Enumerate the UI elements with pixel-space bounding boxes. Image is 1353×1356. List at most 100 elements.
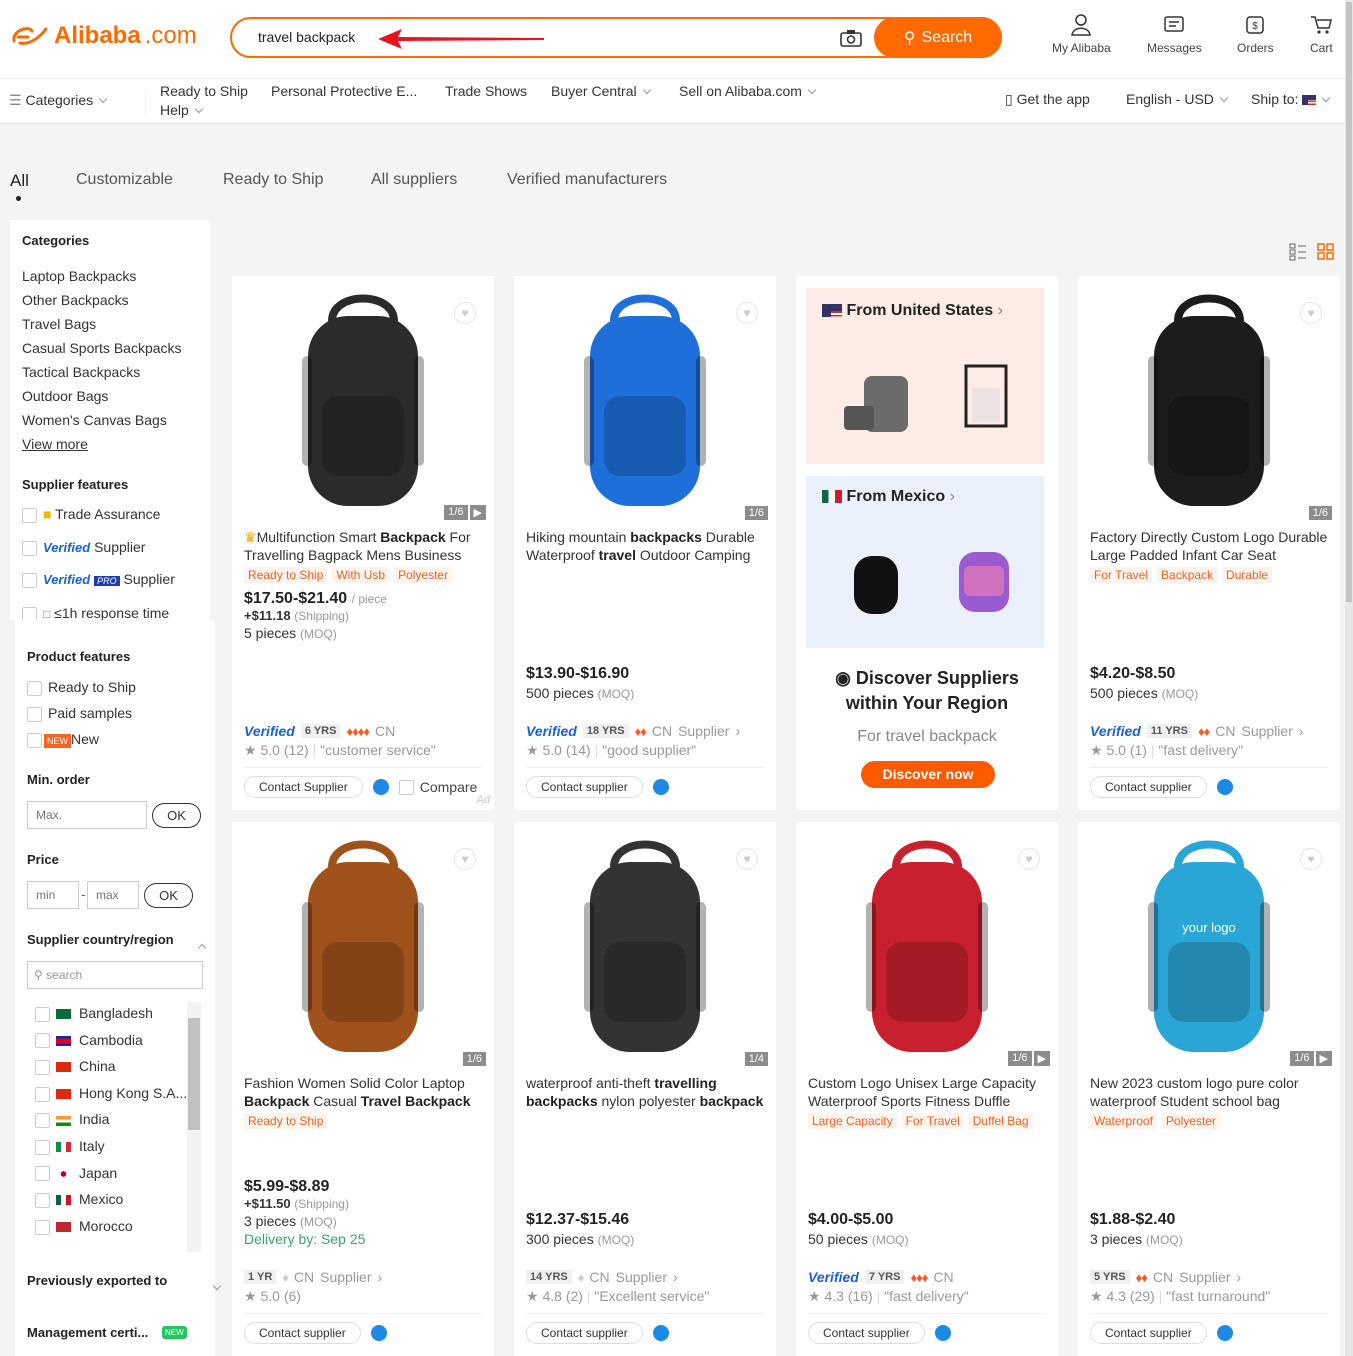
category-item[interactable]: Outdoor Bags [22, 388, 108, 404]
previously-exported-heading[interactable]: Previously exported to [27, 1273, 167, 1288]
language-selector[interactable]: English - USD [1126, 91, 1229, 107]
supplier-info[interactable]: Verified 18 YRS ♦♦ CN Supplier › [526, 723, 764, 739]
favorite-heart-icon[interactable]: ♥ [1300, 302, 1322, 324]
get-app-link[interactable]: ▯ Get the app [1005, 91, 1090, 108]
nav-sell[interactable]: Sell on Alibaba.com [679, 83, 817, 99]
category-item[interactable]: Casual Sports Backpacks [22, 340, 182, 356]
product-title[interactable]: Fashion Women Solid Color Laptop Backpac… [244, 1074, 482, 1110]
checkbox[interactable] [27, 706, 42, 722]
from-mexico-panel[interactable]: From Mexico › [806, 476, 1044, 648]
management-cert-heading[interactable]: Management certi... [27, 1325, 148, 1340]
product-card[interactable]: your logo ♥ 1/6 ▶ New 2023 custom logo pure … [1078, 822, 1340, 1356]
chat-icon[interactable] [652, 779, 669, 795]
favorite-heart-icon[interactable]: ♥ [1018, 848, 1040, 870]
product-card[interactable]: ♥ 1/6 Factory Directly Custom Logo Durable… [1078, 276, 1340, 810]
chat-icon[interactable] [652, 1325, 669, 1341]
chat-icon[interactable] [370, 1325, 387, 1341]
checkbox[interactable] [35, 1033, 50, 1049]
checkbox[interactable] [35, 1086, 50, 1102]
nav-trade-shows[interactable]: Trade Shows [445, 83, 527, 99]
checkbox[interactable] [35, 1166, 50, 1182]
category-item[interactable]: Women's Canvas Bags [22, 412, 167, 428]
checkbox[interactable] [35, 1219, 50, 1235]
country-list-scrollbar[interactable] [187, 1002, 201, 1252]
supplier-info[interactable]: 1 YR ♦ CN Supplier › [244, 1269, 482, 1285]
trade-assurance-filter[interactable]: ■ Trade Assurance [22, 506, 160, 523]
country-item[interactable]: Morocco [35, 1218, 133, 1235]
price-max-input[interactable] [87, 881, 139, 909]
play-video-icon[interactable]: ▶ [469, 505, 486, 520]
verified-pro-supplier-filter[interactable]: Verified PRO Supplier [22, 571, 175, 588]
contact-supplier-button[interactable]: Contact supplier [1090, 1322, 1207, 1344]
checkbox[interactable] [27, 732, 42, 748]
camera-icon[interactable] [840, 29, 862, 47]
list-view-icon[interactable] [1289, 243, 1307, 261]
checkbox[interactable] [22, 572, 37, 588]
country-item[interactable]: Italy [35, 1138, 105, 1155]
product-title[interactable]: New 2023 custom logo pure color waterpro… [1090, 1074, 1328, 1110]
new-filter[interactable]: NEW New [27, 731, 99, 748]
product-title[interactable]: waterproof anti-theft travelling backpac… [526, 1074, 764, 1110]
contact-supplier-button[interactable]: Contact supplier [526, 776, 643, 798]
alibaba-logo[interactable]: Alibaba .com [10, 22, 197, 50]
category-item[interactable]: Laptop Backpacks [22, 268, 136, 284]
supplier-info[interactable]: Verified 11 YRS ♦♦ CN Supplier › [1090, 723, 1328, 739]
paid-samples-filter[interactable]: Paid samples [27, 705, 132, 722]
country-item[interactable]: Mexico [35, 1191, 123, 1208]
page-scrollbar-thumb[interactable] [1346, 2, 1352, 602]
nav-ppe[interactable]: Personal Protective E... [271, 83, 417, 99]
tab-all-suppliers[interactable]: All suppliers [371, 171, 457, 189]
ready-to-ship-filter[interactable]: Ready to Ship [27, 679, 136, 696]
product-title[interactable]: Hiking mountain backpacks Durable Waterp… [526, 528, 764, 564]
favorite-heart-icon[interactable]: ♥ [454, 302, 476, 324]
contact-supplier-button[interactable]: Contact supplier [244, 1322, 361, 1344]
product-card[interactable]: ♥ 1/6 Fashion Women Solid Color Laptop Bac… [232, 822, 494, 1356]
page-scrollbar[interactable] [1345, 0, 1353, 1356]
collapse-icon[interactable] [197, 943, 207, 953]
checkbox[interactable] [35, 1113, 50, 1129]
supplier-link[interactable]: Supplier [678, 723, 729, 739]
grid-view-icon[interactable] [1317, 243, 1335, 261]
country-item[interactable]: Japan [35, 1165, 117, 1182]
price-ok-button[interactable]: OK [144, 883, 193, 908]
supplier-info[interactable]: Verified 6 YRS ♦♦♦♦ CN [244, 723, 482, 739]
favorite-heart-icon[interactable]: ♥ [736, 848, 758, 870]
chat-icon[interactable] [372, 779, 389, 795]
chat-icon[interactable] [934, 1325, 951, 1341]
checkbox[interactable] [22, 540, 37, 556]
orders-button[interactable]: $ Orders [1237, 14, 1274, 55]
expand-icon[interactable] [212, 1281, 222, 1291]
product-title[interactable]: ♛Multifunction Smart Backpack For Travel… [244, 528, 482, 564]
favorite-heart-icon[interactable]: ♥ [1300, 848, 1322, 870]
contact-supplier-button[interactable]: Contact supplier [1090, 776, 1207, 798]
chat-icon[interactable] [1216, 1325, 1233, 1341]
product-title[interactable]: Custom Logo Unisex Large Capacity Waterp… [808, 1074, 1046, 1110]
supplier-link[interactable]: Supplier [1179, 1269, 1230, 1285]
search-button[interactable]: ⚲ Search [874, 17, 1002, 58]
min-order-ok-button[interactable]: OK [152, 803, 201, 828]
tab-ready-to-ship[interactable]: Ready to Ship [223, 171, 324, 189]
my-alibaba-button[interactable]: My Alibaba [1052, 14, 1111, 55]
category-item[interactable]: Other Backpacks [22, 292, 129, 308]
play-video-icon[interactable]: ▶ [1033, 1051, 1050, 1066]
nav-help[interactable]: Help [160, 102, 204, 118]
country-item[interactable]: Bangladesh [35, 1005, 153, 1022]
compare-checkbox[interactable]: Compare [398, 779, 477, 795]
checkbox[interactable] [35, 1006, 50, 1022]
favorite-heart-icon[interactable]: ♥ [736, 302, 758, 324]
play-video-icon[interactable]: ▶ [1315, 1051, 1332, 1066]
country-item[interactable]: Hong Kong S.A... [35, 1085, 187, 1102]
chat-icon[interactable] [1216, 779, 1233, 795]
supplier-info[interactable]: Verified 7 YRS ♦♦♦ CN [808, 1269, 1046, 1285]
price-min-input[interactable] [27, 881, 79, 909]
checkbox[interactable] [27, 680, 42, 696]
checkbox[interactable] [22, 507, 37, 523]
tab-all[interactable]: All [10, 171, 29, 191]
ship-to-selector[interactable]: Ship to: [1251, 91, 1331, 107]
supplier-link[interactable]: Supplier [1241, 723, 1292, 739]
min-order-input[interactable] [27, 801, 147, 829]
contact-supplier-button[interactable]: Contact supplier [526, 1322, 643, 1344]
checkbox[interactable] [35, 1139, 50, 1155]
contact-supplier-button[interactable]: Contact supplier [808, 1322, 925, 1344]
checkbox[interactable] [35, 1059, 50, 1075]
